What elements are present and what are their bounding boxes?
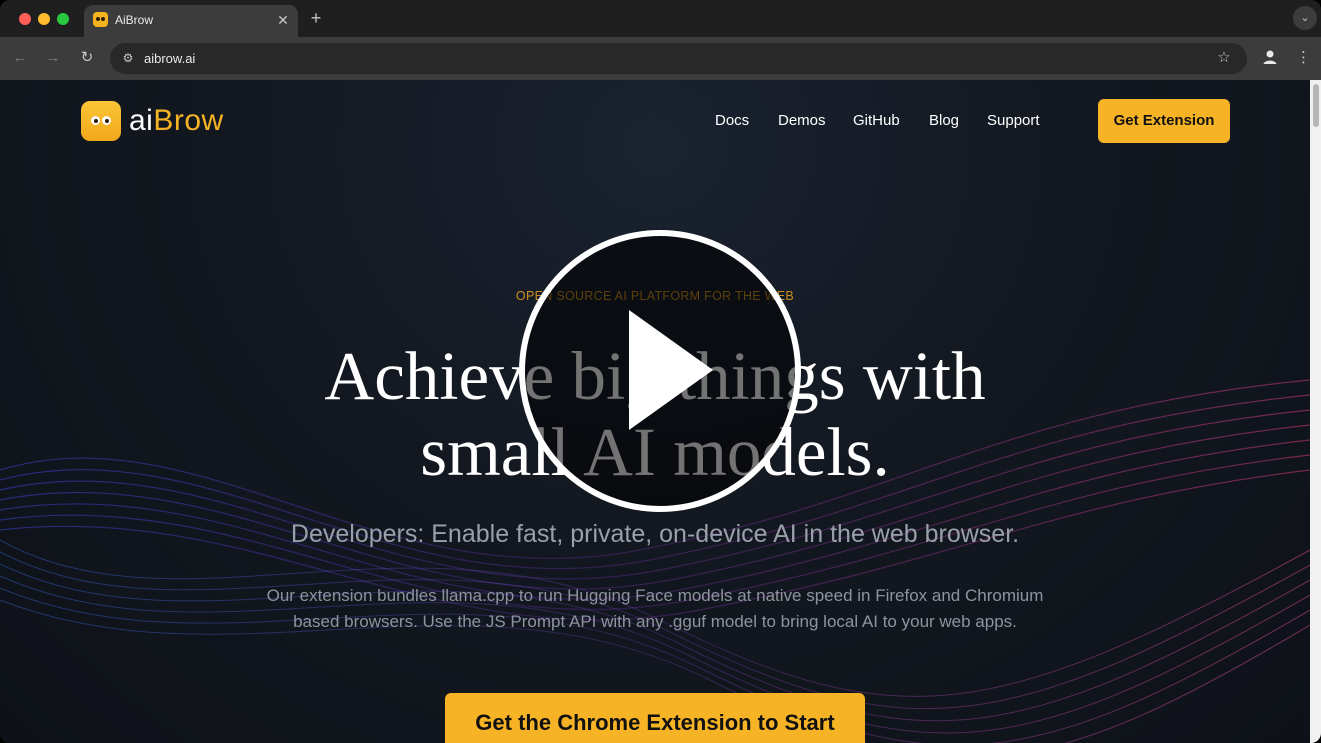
tab-search-icon[interactable]: ⌄	[1293, 6, 1317, 30]
aibrow-logo-text[interactable]: aiBrow	[129, 103, 224, 139]
browser-tab[interactable]: AiBrow ✕	[84, 5, 298, 37]
get-chrome-extension-button[interactable]: Get the Chrome Extension to Start	[445, 693, 865, 743]
nav-link-demos[interactable]: Demos	[778, 112, 826, 130]
reload-icon[interactable]: ↻	[76, 47, 98, 69]
hero-description-line-2: based browsers. Use the JS Prompt API wi…	[293, 612, 1017, 631]
bookmark-star-icon[interactable]: ☆	[1214, 48, 1234, 68]
logo-eye-right	[102, 116, 111, 125]
get-extension-button[interactable]: Get Extension	[1098, 99, 1230, 143]
nav-link-docs[interactable]: Docs	[715, 112, 749, 130]
site-info-icon[interactable]: ⚙	[119, 49, 137, 67]
url-text[interactable]: aibrow.ai	[144, 51, 195, 66]
browser-menu-icon[interactable]: ⋮	[1296, 47, 1311, 69]
profile-icon[interactable]	[1260, 47, 1280, 67]
page-scrollbar[interactable]	[1310, 80, 1321, 743]
tab-title: AiBrow	[115, 13, 154, 27]
scrollbar-thumb[interactable]	[1313, 84, 1319, 127]
browser-window: AiBrow ✕ + ⌄ ← → ↻ ⚙ aibrow.ai ☆ ⋮ aiBro…	[0, 0, 1321, 743]
nav-link-blog[interactable]: Blog	[929, 112, 959, 130]
minimize-window-button[interactable]	[38, 13, 50, 25]
maximize-window-button[interactable]	[57, 13, 69, 25]
close-window-button[interactable]	[19, 13, 31, 25]
logo-text-ai: ai	[129, 104, 154, 137]
logo-text-brow: Brow	[153, 104, 224, 137]
video-play-button[interactable]	[519, 230, 801, 512]
forward-icon[interactable]: →	[42, 47, 64, 69]
tab-close-icon[interactable]: ✕	[274, 11, 292, 29]
back-icon[interactable]: ←	[9, 47, 31, 69]
aibrow-logo-icon[interactable]	[81, 101, 121, 141]
play-icon	[629, 310, 713, 430]
hero-description: Our extension bundles llama.cpp to run H…	[235, 583, 1075, 635]
address-bar[interactable]: ⚙ aibrow.ai ☆	[110, 43, 1247, 74]
hero-subhead: Developers: Enable fast, private, on-dev…	[290, 520, 1020, 548]
hero-description-line-1: Our extension bundles llama.cpp to run H…	[266, 586, 1044, 605]
browser-toolbar: ← → ↻ ⚙ aibrow.ai ☆ ⋮	[0, 37, 1321, 80]
nav-link-support[interactable]: Support	[987, 112, 1040, 130]
logo-eye-left	[91, 116, 100, 125]
nav-link-github[interactable]: GitHub	[853, 112, 900, 130]
new-tab-button[interactable]: +	[306, 8, 326, 28]
tab-bar: AiBrow ✕ + ⌄	[0, 0, 1321, 37]
favicon-icon	[93, 12, 108, 27]
